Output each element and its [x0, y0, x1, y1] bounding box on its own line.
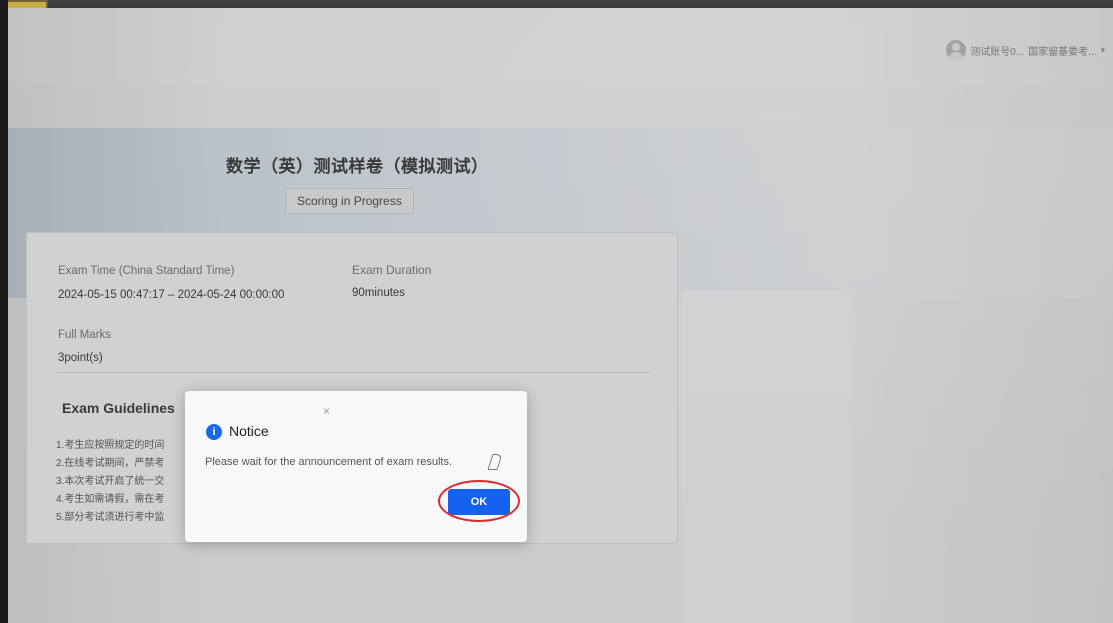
info-icon: i	[206, 424, 222, 440]
close-icon[interactable]: ×	[323, 404, 330, 418]
monitor-bezel-left	[0, 0, 8, 623]
modal-overlay	[0, 0, 1113, 623]
dialog-title: Notice	[229, 423, 269, 439]
dialog-message: Please wait for the announcement of exam…	[205, 456, 453, 468]
red-annotation-circle	[438, 480, 520, 522]
